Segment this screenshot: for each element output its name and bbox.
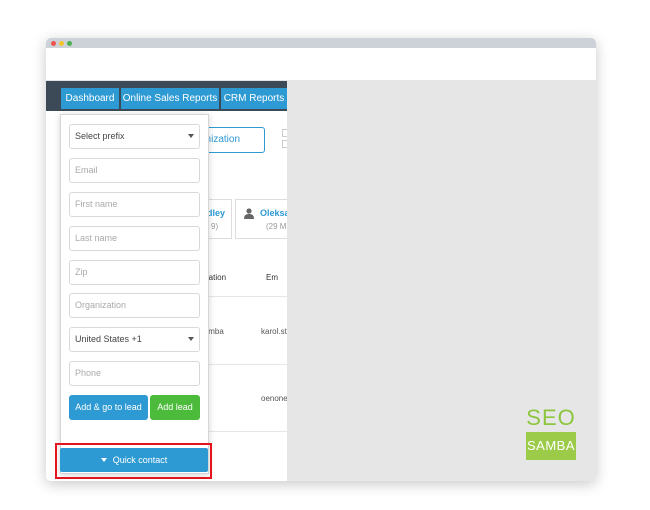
logo-text-samba: SAMBA (526, 432, 576, 460)
contact-date: (29 Ma (266, 222, 287, 231)
logo-text-seo: SEO (526, 405, 576, 430)
screenshot-stage: Dashboard Online Sales Reports CRM Repor… (0, 0, 650, 510)
contact-name: dley (207, 208, 226, 218)
contact-date: 9) (211, 222, 219, 231)
minimize-window-dot[interactable] (59, 41, 64, 46)
close-window-dot[interactable] (51, 41, 56, 46)
first-name-field[interactable]: First name (69, 192, 200, 217)
quick-contact-form: Select prefix Email First name Last name… (60, 114, 209, 474)
last-name-field[interactable]: Last name (69, 226, 200, 251)
add-and-go-to-lead-button[interactable]: Add & go to lead (69, 395, 148, 420)
email-field[interactable]: Email (69, 158, 200, 183)
column-header-email: Em (266, 273, 278, 282)
filter-checkbox[interactable] (282, 129, 287, 137)
chevron-down-icon (188, 337, 194, 341)
contact-name: Oleksa (260, 208, 287, 218)
caret-down-icon (100, 457, 107, 462)
cell-email: oenone. (261, 394, 287, 403)
top-navbar: Dashboard Online Sales Reports CRM Repor… (46, 81, 287, 111)
chevron-down-icon (188, 134, 194, 138)
seo-samba-logo: SEO SAMBA (526, 404, 576, 460)
tab-online-sales-reports[interactable]: Online Sales Reports (121, 88, 219, 109)
prefix-value: Select prefix (75, 131, 125, 141)
quick-contact-label: Quick contact (112, 455, 168, 465)
add-lead-button[interactable]: Add lead (150, 395, 200, 420)
organization-field[interactable]: Organization (69, 293, 200, 318)
title-bar (46, 38, 596, 48)
prefix-select[interactable]: Select prefix (69, 124, 200, 149)
maximize-window-dot[interactable] (67, 41, 72, 46)
cell-email: karol.st (261, 327, 287, 336)
phone-field[interactable]: Phone (69, 361, 200, 386)
quick-contact-button[interactable]: Quick contact (60, 448, 208, 472)
zip-field[interactable]: Zip (69, 260, 200, 285)
browser-toolbar (46, 48, 596, 81)
filter-checkbox[interactable] (282, 140, 287, 148)
tab-crm-reports[interactable]: CRM Reports (221, 88, 287, 109)
tab-dashboard[interactable]: Dashboard (61, 88, 119, 109)
person-icon (244, 208, 254, 219)
country-code-value: United States +1 (75, 334, 142, 344)
contact-card[interactable]: Oleksa (29 Ma (235, 199, 287, 239)
country-code-select[interactable]: United States +1 (69, 327, 200, 352)
